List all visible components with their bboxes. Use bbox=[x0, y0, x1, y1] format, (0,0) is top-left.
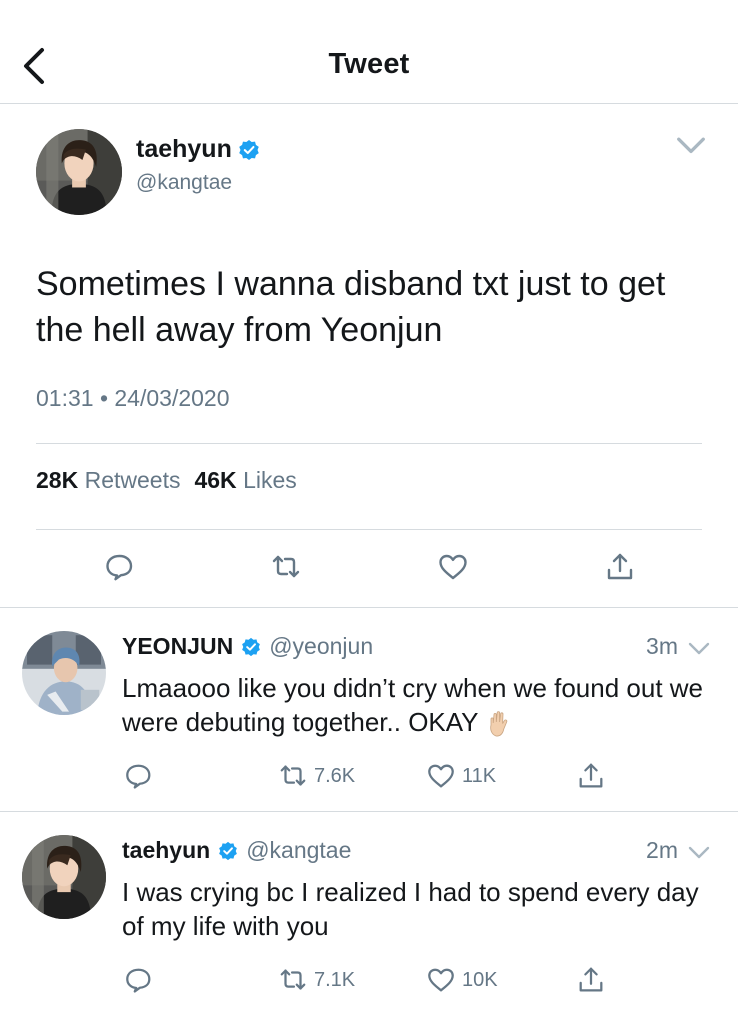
reply-author-name[interactable]: taehyun bbox=[122, 837, 210, 864]
like-icon bbox=[428, 764, 454, 788]
retweets-count: 28K bbox=[36, 467, 79, 493]
reply-icon bbox=[126, 968, 151, 993]
reply-button[interactable] bbox=[124, 761, 154, 791]
tweet-stats: 28K Retweets 46K Likes bbox=[36, 467, 297, 494]
like-button[interactable]: 11K bbox=[426, 761, 496, 791]
avatar[interactable] bbox=[22, 835, 106, 919]
reply-text: Lmaaooo like you didn’t cry when we foun… bbox=[122, 671, 722, 739]
reply-text: I was crying bc I realized I had to spen… bbox=[122, 877, 699, 941]
reply-author-handle[interactable]: @kangtae bbox=[246, 837, 351, 864]
divider bbox=[36, 529, 702, 530]
main-tweet: taehyun @kangtae Sometimes I wanna disba… bbox=[0, 105, 738, 608]
reply-actions: 7.6K 11K bbox=[0, 761, 738, 793]
verified-badge-icon bbox=[241, 636, 262, 657]
reply-tweet[interactable]: YEONJUN @yeonjun 3m Lmaaooo like you did… bbox=[0, 609, 738, 812]
reply-time: 2m bbox=[646, 837, 678, 863]
retweet-icon[interactable] bbox=[270, 551, 302, 583]
reply-button[interactable] bbox=[124, 965, 154, 995]
avatar[interactable] bbox=[36, 129, 122, 215]
author-name-row[interactable]: taehyun bbox=[136, 135, 260, 164]
like-count: 10K bbox=[462, 968, 498, 991]
like-count: 11K bbox=[462, 764, 497, 787]
verified-badge-icon bbox=[218, 840, 239, 861]
reply-author-row: YEONJUN @yeonjun bbox=[122, 633, 373, 660]
retweet-icon bbox=[280, 765, 306, 786]
chevron-down-icon[interactable] bbox=[688, 641, 710, 657]
author-name: taehyun bbox=[136, 135, 232, 163]
author-handle[interactable]: @kangtae bbox=[136, 171, 232, 195]
retweet-button[interactable]: 7.1K bbox=[278, 965, 355, 995]
retweet-icon bbox=[280, 969, 306, 990]
verified-badge-icon bbox=[238, 138, 260, 161]
reply-text-content: Lmaaooo like you didn’t cry when we foun… bbox=[122, 673, 704, 737]
raised-hand-emoji-icon bbox=[490, 711, 508, 737]
chevron-down-icon[interactable] bbox=[676, 135, 706, 157]
divider bbox=[36, 443, 702, 444]
reply-actions: 7.1K 10K bbox=[0, 965, 738, 997]
tweet-text: Sometimes I wanna disband txt just to ge… bbox=[36, 265, 666, 349]
top-bar: Tweet bbox=[0, 0, 738, 104]
reply-author-handle[interactable]: @yeonjun bbox=[269, 633, 373, 660]
reply-author-name[interactable]: YEONJUN bbox=[122, 633, 233, 660]
page-title: Tweet bbox=[328, 48, 410, 80]
tweet-actions bbox=[0, 551, 738, 587]
retweets-label: Retweets bbox=[84, 467, 181, 493]
reply-tweet[interactable]: taehyun @kangtae 2m I was crying bc I re… bbox=[0, 813, 738, 1024]
likes-label: Likes bbox=[243, 467, 297, 493]
share-icon bbox=[579, 967, 603, 992]
reply-icon[interactable] bbox=[104, 551, 136, 583]
like-icon[interactable] bbox=[437, 551, 469, 583]
reply-time: 3m bbox=[646, 633, 678, 659]
reply-icon bbox=[126, 764, 151, 789]
retweets-stat[interactable]: 28K Retweets bbox=[36, 467, 180, 493]
share-icon[interactable] bbox=[604, 551, 636, 583]
like-icon bbox=[428, 968, 454, 992]
retweet-button[interactable]: 7.6K bbox=[278, 761, 355, 791]
retweet-count: 7.1K bbox=[314, 968, 356, 991]
likes-stat[interactable]: 46K Likes bbox=[194, 467, 296, 493]
share-button[interactable] bbox=[576, 761, 606, 791]
reply-author-row: taehyun @kangtae bbox=[122, 837, 351, 864]
tweet-timestamp: 01:31 • 24/03/2020 bbox=[36, 385, 230, 411]
chevron-down-icon[interactable] bbox=[688, 845, 710, 861]
avatar[interactable] bbox=[22, 631, 106, 715]
share-icon bbox=[579, 763, 603, 788]
likes-count: 46K bbox=[194, 467, 237, 493]
like-button[interactable]: 10K bbox=[426, 965, 498, 995]
retweet-count: 7.6K bbox=[314, 764, 356, 787]
share-button[interactable] bbox=[576, 965, 606, 995]
